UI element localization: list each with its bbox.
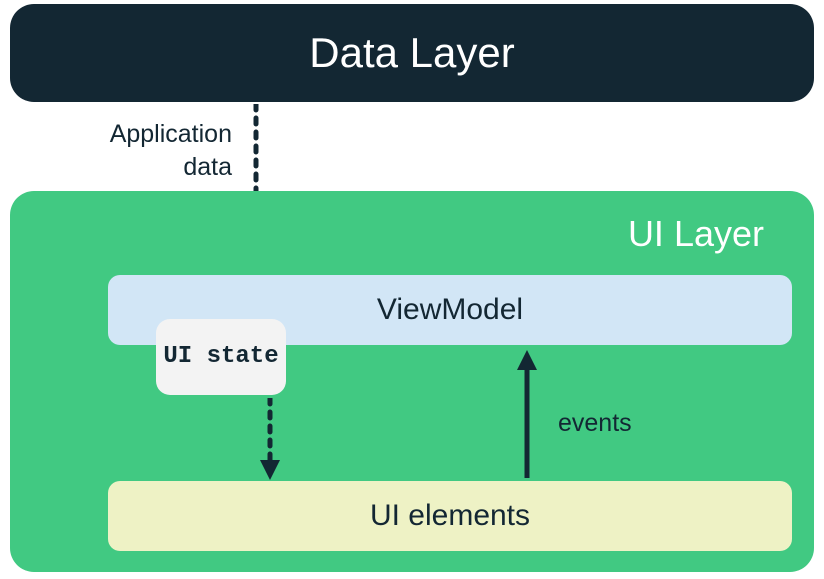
data-layer-title: Data Layer (309, 29, 514, 77)
ui-layer-box: UI Layer ViewModel UI state UI elements … (10, 191, 814, 572)
events-label: events (558, 409, 632, 438)
viewmodel-label: ViewModel (377, 293, 523, 327)
ui-elements-label: UI elements (370, 499, 530, 533)
data-layer-box: Data Layer (10, 4, 814, 102)
ui-state-box: UI state (156, 319, 286, 395)
ui-layer-title: UI Layer (628, 213, 764, 255)
application-data-label: Application data (82, 118, 232, 183)
ui-elements-box: UI elements (108, 481, 792, 551)
ui-state-label: UI state (163, 341, 278, 372)
